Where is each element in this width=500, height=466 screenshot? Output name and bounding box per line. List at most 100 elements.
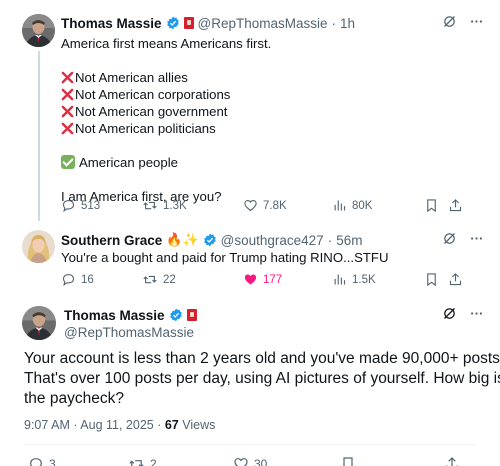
timestamp[interactable]: 9:07 AM · Aug 11, 2025 ·	[24, 418, 165, 432]
check-mark-icon	[61, 155, 75, 169]
bookmark-icon	[427, 273, 436, 287]
tweet-line: America first means Americans first.	[61, 36, 272, 51]
cross-mark-icon	[61, 88, 74, 101]
grok-icon[interactable]	[442, 306, 457, 321]
repost-count: 2	[150, 457, 157, 466]
reply-count: 3	[49, 457, 56, 466]
verified-badge-icon	[166, 16, 179, 30]
repost-button[interactable]: 2	[128, 456, 157, 466]
like-icon	[244, 199, 257, 212]
repost-icon	[143, 201, 157, 210]
verified-badge-icon	[203, 233, 216, 247]
tweet-line: Not American allies	[61, 69, 484, 86]
grok-icon[interactable]	[442, 231, 457, 246]
like-count: 7.8K	[263, 199, 287, 212]
repost-count: 22	[163, 273, 176, 286]
author-name[interactable]: Thomas Massie	[61, 16, 162, 31]
repost-button[interactable]: 22	[142, 272, 176, 287]
reply-count: 513	[81, 199, 101, 212]
like-button[interactable]: 7.8K	[243, 198, 287, 213]
share-button[interactable]	[448, 272, 463, 287]
separator-dot: ·	[331, 15, 337, 31]
tweet-line: That's over 100 posts per day, using AI …	[24, 370, 500, 387]
views-button[interactable]: 80K	[332, 198, 372, 213]
repost-count: 1.3K	[163, 199, 187, 212]
tweet-3-focused[interactable]: Thomas Massie @RepThomasMassie Your acco…	[0, 300, 500, 466]
views-number: 67	[164, 418, 179, 432]
more-icon[interactable]	[469, 231, 484, 246]
thread-line	[38, 51, 40, 221]
like-icon	[244, 274, 257, 285]
action-bar: 16 22 177 1.5K	[61, 272, 484, 290]
name-emojis: 🔥✨	[166, 232, 199, 247]
separator-dot: ·	[327, 232, 333, 248]
share-icon	[449, 273, 462, 286]
reply-icon	[30, 458, 42, 466]
views-icon	[334, 274, 346, 285]
action-bar: 513 1.3K 7.8K 80K	[61, 198, 484, 216]
author-name[interactable]: Southern Grace	[61, 233, 162, 248]
views-button[interactable]: 1.5K	[332, 272, 376, 287]
tweet-line: Not American politicians	[61, 120, 484, 137]
author-handle[interactable]: @RepThomasMassie	[64, 325, 194, 340]
tweet-header: Southern Grace 🔥✨ @southgrace427 · 56m	[61, 231, 484, 249]
bookmark-button[interactable]	[424, 198, 439, 213]
action-bar: 3 2 30	[28, 456, 484, 466]
tweet-text: You're a bought and paid for Trump hatin…	[61, 249, 484, 266]
reply-icon	[62, 199, 75, 213]
divider	[24, 444, 476, 445]
tweet-2[interactable]: Southern Grace 🔥✨ @southgrace427 · 56m Y…	[0, 222, 500, 300]
reply-button[interactable]: 3	[28, 456, 56, 466]
verified-badge-icon	[169, 308, 182, 322]
like-count: 30	[254, 457, 268, 466]
more-icon[interactable]	[469, 14, 484, 29]
like-count: 177	[263, 273, 283, 286]
reply-button[interactable]: 513	[61, 198, 100, 213]
tweet-1[interactable]: Thomas Massie @RepThomasMassie · 1h Amer…	[0, 0, 500, 222]
views-label: Views	[182, 418, 216, 432]
share-icon	[446, 457, 458, 466]
affiliation-badge-icon	[186, 309, 197, 321]
repost-icon	[129, 460, 144, 466]
tweet-line: the paycheck?	[24, 390, 124, 407]
handle-row: @RepThomasMassie	[64, 323, 484, 341]
avatar-thomas-massie[interactable]	[22, 14, 55, 47]
views-icon	[334, 200, 346, 211]
author-handle[interactable]: @southgrace427	[221, 233, 324, 248]
repost-icon	[143, 275, 157, 284]
tweet-line: Not American corporations	[61, 86, 484, 103]
tweet-header: Thomas Massie	[64, 306, 484, 324]
like-icon	[234, 458, 248, 466]
tweet-line: Your account is less than 2 years old an…	[24, 350, 500, 367]
tweet-meta: 9:07 AM · Aug 11, 2025 · 67 Views	[24, 418, 215, 432]
like-button[interactable]: 30	[233, 456, 267, 466]
reply-button[interactable]: 16	[61, 272, 94, 287]
avatar-southern-grace[interactable]	[22, 230, 55, 263]
affiliation-badge-icon	[183, 17, 194, 29]
bookmark-icon	[343, 457, 353, 466]
cross-mark-icon	[61, 71, 74, 84]
grok-icon[interactable]	[442, 14, 457, 29]
repost-button[interactable]: 1.3K	[142, 198, 187, 213]
tweet-time[interactable]: 56m	[336, 233, 362, 248]
tweet-line: American people	[61, 154, 484, 171]
tweet-text: Your account is less than 2 years old an…	[24, 349, 500, 409]
share-button[interactable]	[448, 198, 463, 213]
author-handle[interactable]: @RepThomasMassie	[198, 16, 328, 31]
tweet-line: Not American government	[61, 103, 484, 120]
cross-mark-icon	[61, 105, 74, 118]
tweet-header: Thomas Massie @RepThomasMassie · 1h	[61, 14, 484, 32]
bookmark-button[interactable]	[424, 272, 439, 287]
tweet-text: America first means Americans first. Not…	[61, 35, 484, 205]
more-icon[interactable]	[469, 306, 484, 321]
views-count: 1.5K	[352, 273, 376, 286]
reply-count: 16	[81, 273, 94, 286]
author-name[interactable]: Thomas Massie	[64, 308, 165, 323]
tweet-time[interactable]: 1h	[340, 16, 355, 31]
tweet-line: You're a bought and paid for Trump hatin…	[61, 250, 389, 265]
share-button[interactable]	[444, 456, 460, 466]
like-button[interactable]: 177	[243, 272, 282, 287]
avatar-thomas-massie[interactable]	[22, 306, 56, 340]
bookmark-icon	[427, 199, 436, 213]
bookmark-button[interactable]	[340, 456, 356, 466]
